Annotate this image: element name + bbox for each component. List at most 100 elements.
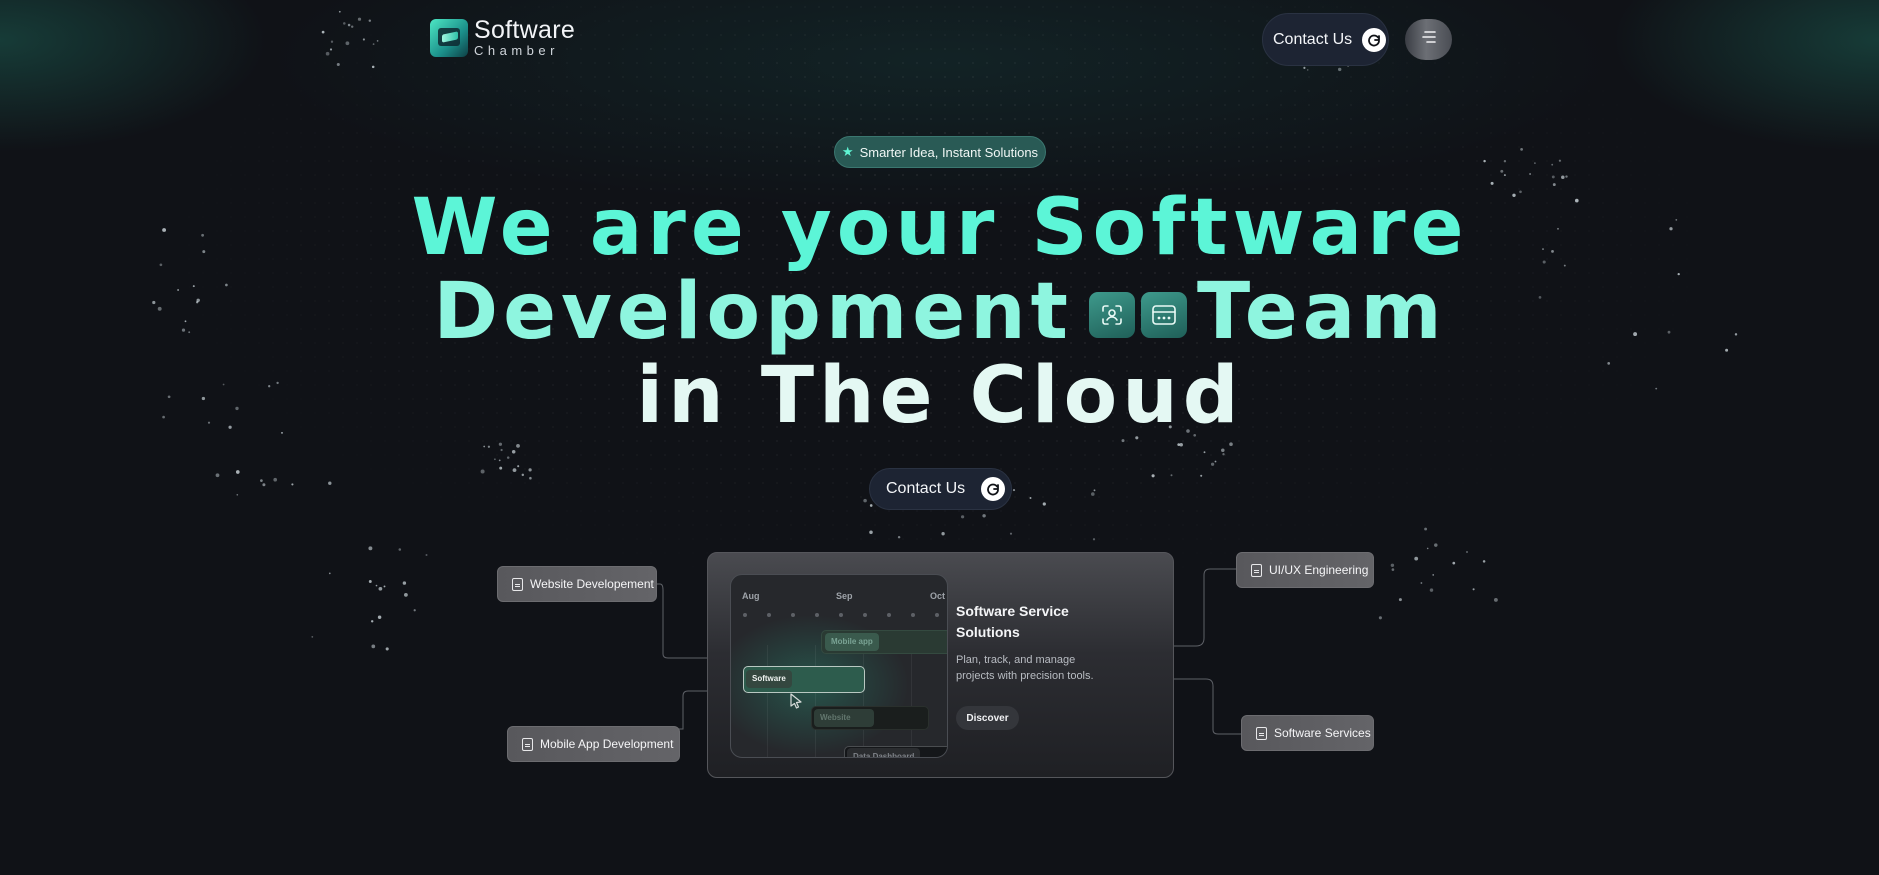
card-description: Plan, track, and manage projects with pr… bbox=[956, 654, 1094, 682]
star-dot bbox=[1177, 443, 1181, 446]
star-dot bbox=[487, 445, 491, 448]
timeline-dot bbox=[815, 613, 819, 617]
star-dot bbox=[1042, 502, 1046, 506]
service-tag-mobile[interactable]: Mobile App Development bbox=[507, 726, 680, 762]
star-dot bbox=[498, 442, 503, 446]
star-dot bbox=[311, 636, 314, 638]
star-dot bbox=[375, 584, 378, 587]
star-dot bbox=[1390, 563, 1395, 568]
star-dot bbox=[1677, 272, 1680, 276]
star-dot bbox=[506, 456, 510, 459]
discover-button[interactable]: Discover bbox=[956, 706, 1019, 730]
star-dot bbox=[1669, 227, 1673, 231]
hero-contact-button[interactable]: Contact Us bbox=[869, 468, 1012, 510]
star-dot bbox=[207, 421, 211, 424]
star-dot bbox=[1483, 159, 1486, 163]
header-contact-label: Contact Us bbox=[1273, 30, 1353, 48]
browser-window-icon bbox=[1140, 292, 1187, 338]
document-icon bbox=[522, 737, 533, 751]
star-dot bbox=[338, 10, 341, 13]
star-dot bbox=[235, 406, 239, 411]
timeline-bar-label: Website bbox=[814, 709, 874, 727]
menu-button[interactable] bbox=[1405, 19, 1452, 60]
star-dot bbox=[1482, 560, 1486, 563]
star-dot bbox=[345, 41, 350, 46]
hero-line-3: in The Cloud bbox=[636, 351, 1244, 441]
logo-name-line2: Chamber bbox=[474, 43, 559, 58]
hero-line-2: Development Team bbox=[340, 270, 1540, 354]
refresh-arrow-icon bbox=[1362, 27, 1387, 52]
star-dot bbox=[1170, 474, 1173, 477]
face-scan-icon bbox=[1088, 292, 1135, 338]
star-dot bbox=[1151, 474, 1155, 478]
star-dot bbox=[159, 263, 163, 267]
document-icon bbox=[1251, 563, 1262, 577]
service-tag-website[interactable]: Website Developement bbox=[497, 566, 657, 602]
timeline-dot bbox=[767, 613, 771, 617]
star-dot bbox=[1734, 333, 1738, 336]
star-dot bbox=[1607, 362, 1611, 365]
brand-logo[interactable]: Software Chamber bbox=[430, 18, 575, 57]
star-dot bbox=[385, 647, 389, 651]
star-dot bbox=[1414, 556, 1419, 561]
service-tag-uiux[interactable]: UI/UX Engineering bbox=[1236, 552, 1374, 588]
star-dot bbox=[177, 289, 180, 291]
star-dot bbox=[196, 298, 200, 303]
hero-inline-icons bbox=[1088, 286, 1187, 338]
star-dot bbox=[863, 498, 867, 503]
star-dot bbox=[1432, 574, 1435, 576]
timeline-gridline bbox=[863, 645, 864, 757]
star-dot bbox=[425, 554, 428, 556]
star-dot bbox=[1561, 175, 1565, 179]
star-dot bbox=[1565, 175, 1568, 178]
star-dot bbox=[368, 546, 373, 551]
star-dot bbox=[1093, 489, 1096, 492]
star-dot bbox=[1472, 588, 1475, 591]
timeline-bar-mobile: Mobile app bbox=[821, 630, 947, 654]
service-tag-software[interactable]: Software Services bbox=[1241, 715, 1374, 751]
cursor-pointer-icon bbox=[789, 693, 803, 714]
star-dot bbox=[1434, 543, 1438, 547]
star-dot bbox=[494, 458, 496, 461]
timeline-dot bbox=[887, 613, 891, 617]
timeline-bar-website: Website bbox=[811, 706, 929, 730]
star-dot bbox=[1426, 547, 1429, 550]
star-dot bbox=[1012, 489, 1016, 492]
star-dot bbox=[498, 459, 501, 462]
header-contact-button[interactable]: Contact Us bbox=[1262, 13, 1389, 66]
star-dot bbox=[377, 615, 382, 620]
star-dot bbox=[1398, 598, 1402, 602]
star-dot bbox=[1490, 181, 1494, 185]
star-dot bbox=[368, 580, 372, 583]
timeline-dot bbox=[743, 613, 747, 617]
hamburger-icon bbox=[1421, 30, 1437, 49]
star-dot bbox=[1420, 582, 1423, 584]
star-dot bbox=[268, 385, 271, 388]
star-dot bbox=[362, 38, 365, 41]
star-dot bbox=[1551, 175, 1555, 179]
star-dot bbox=[398, 548, 402, 551]
star-dot bbox=[162, 228, 167, 232]
star-dot bbox=[521, 473, 525, 477]
page: Software Chamber Contact Us ★ Smarter Id… bbox=[0, 0, 1879, 875]
star-dot bbox=[1551, 163, 1554, 166]
star-dot bbox=[378, 586, 383, 591]
star-dot bbox=[512, 468, 517, 472]
star-dot bbox=[404, 593, 408, 597]
timeline-bar-label: Software bbox=[746, 670, 792, 688]
star-dot bbox=[1558, 159, 1561, 162]
star-dot bbox=[276, 381, 279, 385]
star-dot bbox=[1221, 448, 1225, 453]
timeline-dot bbox=[911, 613, 915, 617]
star-icon: ★ bbox=[841, 144, 854, 159]
star-dot bbox=[343, 22, 346, 25]
tagline-text: Smarter Idea, Instant Solutions bbox=[859, 144, 1039, 160]
star-dot bbox=[1551, 250, 1554, 253]
star-dot bbox=[184, 320, 187, 323]
service-tag-label: UI/UX Engineering bbox=[1269, 563, 1369, 577]
star-dot bbox=[350, 25, 354, 28]
star-dot bbox=[192, 285, 195, 288]
star-dot bbox=[413, 609, 416, 612]
star-dot bbox=[1306, 69, 1309, 71]
star-dot bbox=[157, 306, 162, 311]
